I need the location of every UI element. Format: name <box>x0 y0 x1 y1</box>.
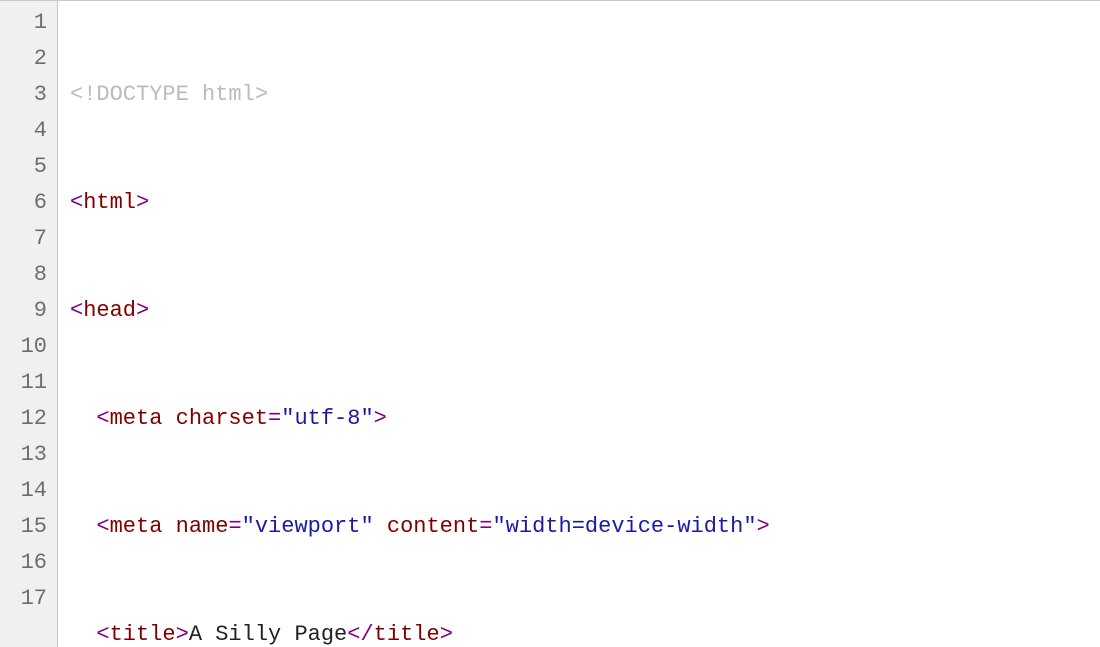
angle-close: > <box>440 622 453 647</box>
code-line[interactable]: <html> <box>70 185 770 221</box>
code-line[interactable]: <head> <box>70 293 770 329</box>
doctype: <!DOCTYPE html> <box>70 82 268 107</box>
angle-close: > <box>136 190 149 215</box>
code-line[interactable]: <meta name="viewport" content="width=dev… <box>70 509 770 545</box>
angle-open: < <box>96 514 109 539</box>
angle-open: </ <box>347 622 373 647</box>
code-editor[interactable]: 1 2 3 4 5 6 7 8 9 10 11 12 13 14 15 16 1… <box>0 0 1100 647</box>
attr-name: charset <box>176 406 268 431</box>
line-number: 15 <box>0 509 47 545</box>
line-number: 1 <box>0 5 47 41</box>
indent <box>70 622 96 647</box>
code-line[interactable]: <title>A Silly Page</title> <box>70 617 770 647</box>
equals: = <box>268 406 281 431</box>
indent <box>70 514 96 539</box>
attr-value: "utf-8" <box>281 406 373 431</box>
line-number: 10 <box>0 329 47 365</box>
line-number: 6 <box>0 185 47 221</box>
line-number: 11 <box>0 365 47 401</box>
tag-html: html <box>83 190 136 215</box>
tag-title: title <box>110 622 176 647</box>
code-line[interactable]: <!DOCTYPE html> <box>70 77 770 113</box>
line-number: 13 <box>0 437 47 473</box>
attr-value: "width=device-width" <box>493 514 757 539</box>
line-number: 12 <box>0 401 47 437</box>
line-number: 9 <box>0 293 47 329</box>
indent <box>70 406 96 431</box>
angle-close: > <box>136 298 149 323</box>
attr-value: "viewport" <box>242 514 374 539</box>
angle-open: < <box>96 406 109 431</box>
angle-close: > <box>757 514 770 539</box>
text-title: A Silly Page <box>189 622 347 647</box>
line-number: 14 <box>0 473 47 509</box>
line-number: 8 <box>0 257 47 293</box>
line-number: 16 <box>0 545 47 581</box>
code-area[interactable]: <!DOCTYPE html> <html> <head> <meta char… <box>58 1 770 647</box>
angle-close: > <box>374 406 387 431</box>
tag-meta: meta <box>110 406 163 431</box>
angle-open: < <box>70 298 83 323</box>
line-number-gutter: 1 2 3 4 5 6 7 8 9 10 11 12 13 14 15 16 1… <box>0 1 58 647</box>
equals: = <box>228 514 241 539</box>
angle-close: > <box>176 622 189 647</box>
line-number: 7 <box>0 221 47 257</box>
line-number: 17 <box>0 581 47 617</box>
attr-name: content <box>387 514 479 539</box>
angle-open: < <box>96 622 109 647</box>
angle-open: < <box>70 190 83 215</box>
line-number: 3 <box>0 77 47 113</box>
tag-title: title <box>374 622 440 647</box>
attr-name: name <box>176 514 229 539</box>
equals: = <box>479 514 492 539</box>
line-number: 4 <box>0 113 47 149</box>
tag-meta: meta <box>110 514 163 539</box>
code-line[interactable]: <meta charset="utf-8"> <box>70 401 770 437</box>
line-number: 5 <box>0 149 47 185</box>
tag-head: head <box>83 298 136 323</box>
line-number: 2 <box>0 41 47 77</box>
